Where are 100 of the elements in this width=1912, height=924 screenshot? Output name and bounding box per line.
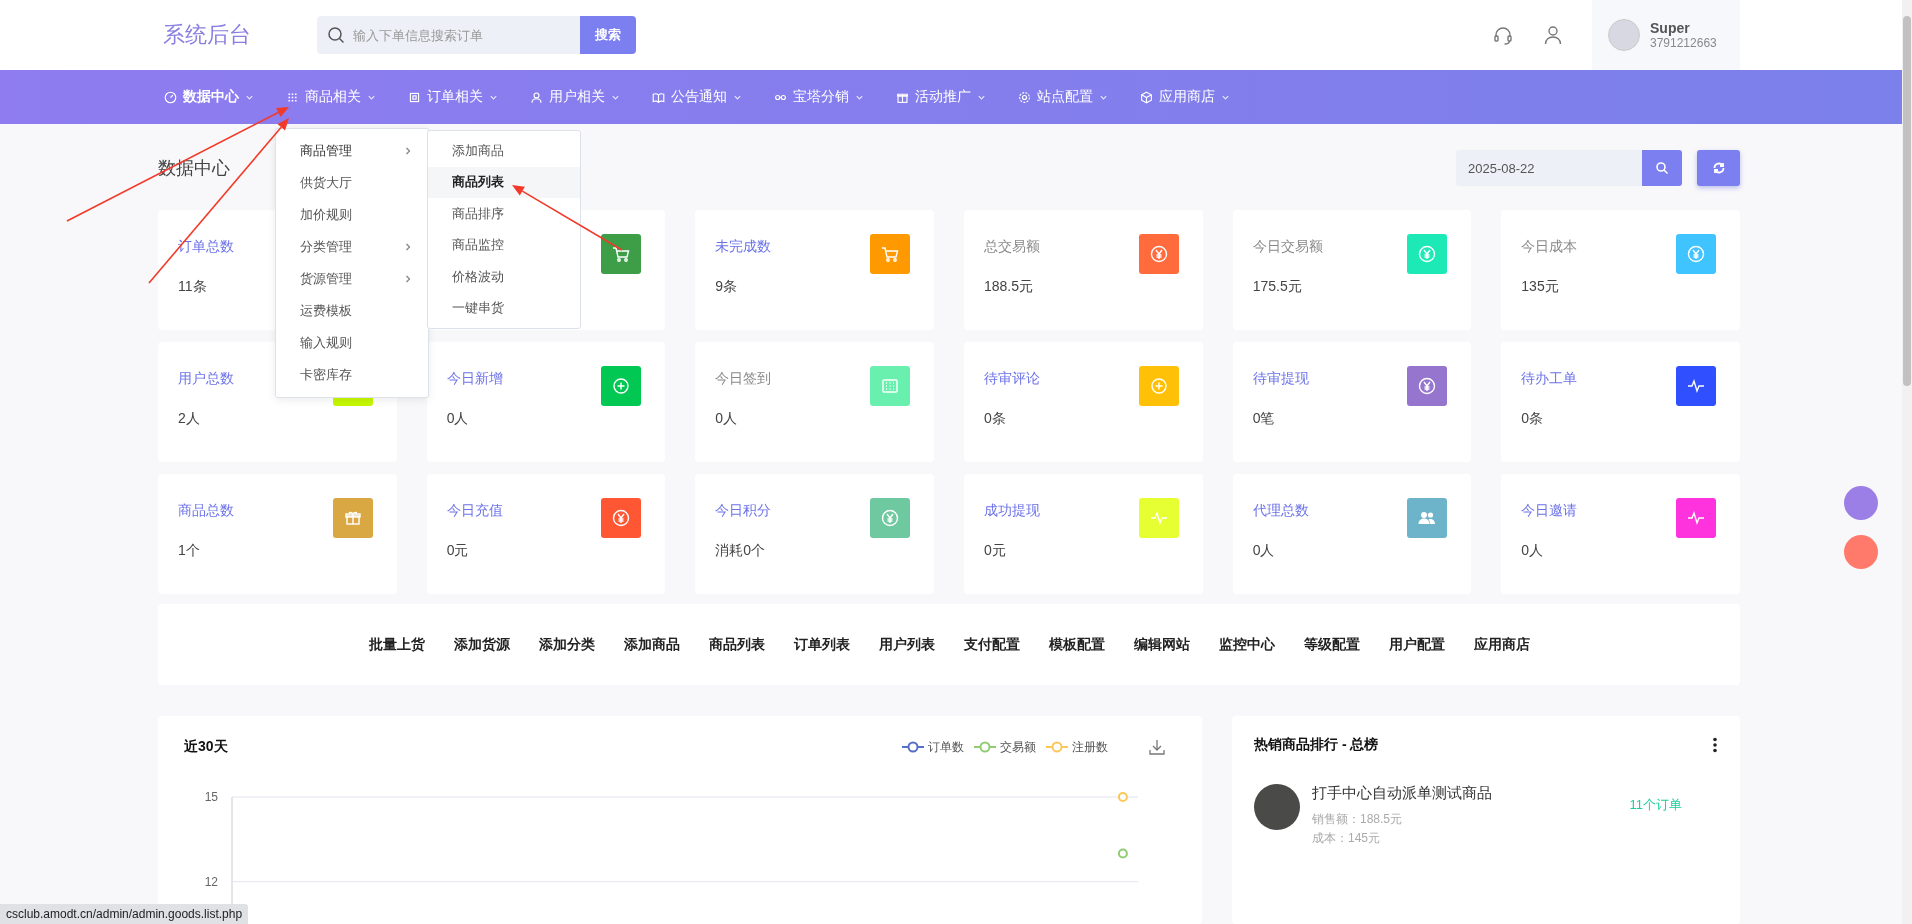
- grid-icon: [880, 376, 900, 396]
- shortcut-link[interactable]: 批量上货: [368, 635, 425, 654]
- legend-label[interactable]: 订单数: [928, 738, 964, 756]
- shortcut-link[interactable]: 编辑网站: [1133, 635, 1190, 654]
- shortcut-link[interactable]: 监控中心: [1218, 635, 1275, 654]
- shortcut-link[interactable]: 添加商品: [623, 635, 680, 654]
- chart-title: 近30天: [184, 738, 229, 756]
- legend-label[interactable]: 交易额: [1000, 738, 1036, 756]
- nav-icon: [1018, 90, 1031, 104]
- user-name: Super: [1650, 20, 1691, 36]
- stat-value: 0条: [1521, 410, 1544, 428]
- stat-value: 0元: [446, 542, 469, 560]
- shortcut-link[interactable]: 商品列表: [708, 635, 765, 654]
- nav-icon: [286, 90, 299, 104]
- legend-icon: [1046, 741, 1068, 753]
- yen-icon: [611, 508, 632, 528]
- data-point: [1117, 792, 1128, 802]
- stat-value: 0人: [446, 410, 469, 428]
- product-name: 打手中心自动派单测试商品: [1312, 784, 1492, 803]
- logo-text: 系统后台: [163, 21, 252, 49]
- menu-item[interactable]: 商品监控: [428, 229, 580, 261]
- refresh-button[interactable]: [1697, 150, 1740, 186]
- stat-title: 今日邀请: [1521, 502, 1578, 520]
- cart-icon: [611, 244, 632, 264]
- shortcut-link[interactable]: 模板配置: [1048, 635, 1105, 654]
- shortcut-link[interactable]: 添加分类: [538, 635, 595, 654]
- stat-value: 1个: [178, 542, 200, 560]
- stat-title: 用户总数: [178, 370, 234, 388]
- stat-title: 今日充值: [446, 502, 503, 520]
- menu-item[interactable]: 卡密库存: [276, 359, 428, 391]
- more-icon[interactable]: [1712, 737, 1718, 753]
- stat-value: 0人: [1521, 542, 1544, 560]
- floating-button[interactable]: [1844, 535, 1878, 569]
- shortcut-link[interactable]: 用户配置: [1388, 635, 1445, 654]
- menu-item[interactable]: 商品列表: [428, 166, 580, 198]
- menu-item[interactable]: 添加商品: [428, 135, 580, 167]
- menu-item[interactable]: 分类管理: [276, 231, 428, 263]
- download-icon[interactable]: [1148, 738, 1166, 756]
- nav-icon: [652, 90, 665, 104]
- stat-title: 今日签到: [715, 370, 772, 388]
- stat-value: 0笔: [1252, 410, 1275, 428]
- floating-button[interactable]: [1844, 486, 1878, 520]
- menu-item[interactable]: 供货大厅: [276, 167, 428, 199]
- stat-value: 175.5元: [1252, 278, 1302, 296]
- shortcut-link[interactable]: 用户列表: [878, 635, 935, 654]
- scrollbar[interactable]: [1902, 0, 1912, 924]
- user-icon[interactable]: [1542, 24, 1564, 46]
- stat-title: 未完成数: [715, 238, 772, 256]
- shortcut-link[interactable]: 订单列表: [793, 635, 850, 654]
- search-button[interactable]: [1642, 150, 1682, 186]
- search-icon: [1655, 161, 1669, 175]
- stat-value: 188.5元: [984, 278, 1034, 296]
- axis-label: 15: [204, 790, 218, 804]
- shortcut-link[interactable]: 应用商店: [1473, 635, 1530, 654]
- legend-label[interactable]: 注册数: [1072, 738, 1108, 756]
- menu-item[interactable]: 一键串货: [428, 292, 580, 324]
- stat-title: 今日积分: [715, 502, 772, 520]
- headset-icon[interactable]: [1492, 24, 1514, 46]
- photo-placeholder: [1254, 784, 1300, 830]
- data-point: [1117, 848, 1128, 859]
- stat-value: 9条: [715, 278, 738, 296]
- menu-item[interactable]: 加价规则: [276, 199, 428, 231]
- plus-icon: [611, 376, 632, 396]
- stat-title: 今日成本: [1521, 238, 1578, 256]
- menu-item[interactable]: 价格波动: [428, 261, 580, 293]
- plus-icon: [1148, 376, 1169, 396]
- stat-value: 0条: [984, 410, 1006, 428]
- stat-value: 135元: [1521, 278, 1559, 296]
- nav-icon: [408, 90, 421, 104]
- stat-title: 待审评论: [984, 370, 1040, 388]
- order-count: 11个订单: [1629, 796, 1682, 814]
- menu-item[interactable]: 运费模板: [276, 295, 428, 327]
- menu-item[interactable]: 输入规则: [276, 327, 428, 359]
- stat-title: 代理总数: [1252, 502, 1309, 520]
- menu-item[interactable]: 货源管理: [276, 263, 428, 295]
- yen-icon: [1686, 244, 1706, 264]
- yen-icon: [880, 508, 900, 528]
- stat-title: 成功提现: [984, 502, 1040, 520]
- refresh-icon: [1711, 161, 1726, 175]
- stat-value: 2人: [178, 410, 200, 428]
- stat-title: 今日新增: [446, 370, 503, 388]
- shortcut-link[interactable]: 支付配置: [963, 635, 1020, 654]
- date-field[interactable]: 2025-08-22: [1456, 150, 1642, 186]
- yen-icon: [1417, 376, 1438, 396]
- stat-value: 0元: [984, 542, 1006, 560]
- stat-title: 待办工单: [1521, 370, 1578, 388]
- search-field[interactable]: 输入下单信息搜索订单: [317, 16, 580, 54]
- nav-icon: [1140, 90, 1153, 104]
- menu-item[interactable]: 商品管理: [276, 135, 428, 167]
- stat-title: 总交易额: [984, 238, 1040, 256]
- shortcut-link[interactable]: 添加货源: [453, 635, 510, 654]
- stat-title: 待审提现: [1252, 370, 1309, 388]
- legend-icon: [974, 741, 996, 753]
- shortcut-link[interactable]: 等级配置: [1303, 635, 1360, 654]
- menu-item[interactable]: 商品排序: [428, 198, 580, 230]
- stat-title: 今日交易额: [1252, 238, 1323, 256]
- sales-amount: 销售额：188.5元: [1312, 811, 1404, 828]
- legend-icon: [902, 741, 924, 753]
- stat-value: 0人: [1252, 542, 1275, 560]
- search-icon: [327, 26, 345, 44]
